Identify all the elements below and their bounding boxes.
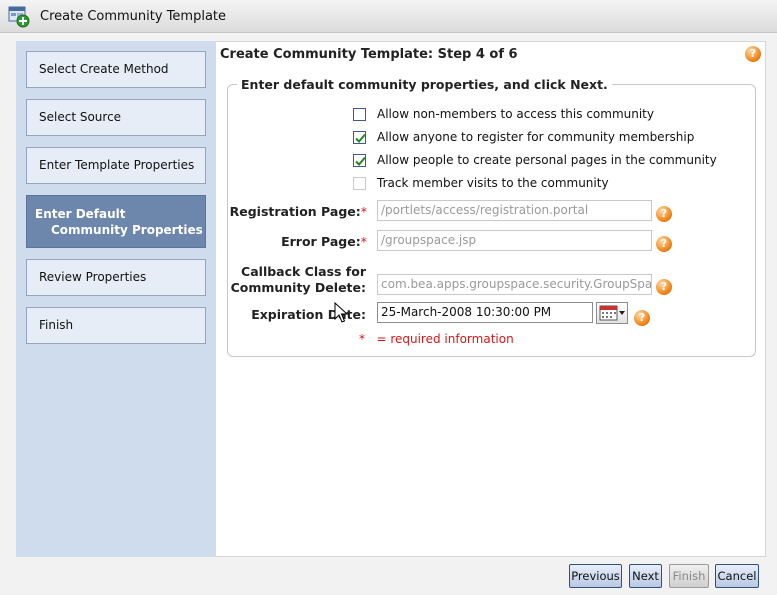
- previous-button[interactable]: Previous: [569, 564, 622, 588]
- anyone-register-checkbox[interactable]: [353, 131, 366, 144]
- help-icon[interactable]: ?: [656, 206, 672, 222]
- finish-button[interactable]: Finish: [669, 564, 709, 588]
- next-button[interactable]: Next: [629, 564, 662, 588]
- error-page-label: Error Page:*: [281, 234, 367, 249]
- personal-pages-checkbox[interactable]: [353, 154, 366, 167]
- community-template-icon: [8, 6, 30, 28]
- checkbox-label: Allow people to create personal pages in…: [377, 153, 717, 167]
- error-page-field[interactable]: /groupspace.jsp: [377, 230, 652, 251]
- step-finish[interactable]: Finish: [26, 307, 206, 344]
- non-members-access-checkbox[interactable]: [353, 108, 366, 121]
- expiration-date-label: Expiration Date:: [251, 307, 366, 322]
- label-line2: Community Delete:: [230, 280, 366, 295]
- title-bar: Create Community Template: [0, 0, 777, 33]
- step-label-line1: Enter Default: [35, 207, 126, 221]
- page-title: Create Community Template: Step 4 of 6: [220, 47, 518, 62]
- checkbox-label: Track member visits to the community: [377, 176, 609, 190]
- expiration-date-field[interactable]: 25-March-2008 10:30:00 PM: [377, 302, 593, 323]
- wizard-steps-sidebar: Select Create Method Select Source Enter…: [16, 41, 216, 557]
- step-enter-default-community-properties[interactable]: Enter Default Community Properties: [26, 195, 206, 248]
- step-select-create-method[interactable]: Select Create Method: [26, 51, 206, 88]
- step-label-line2: Community Properties: [51, 223, 203, 237]
- required-note-text: = required information: [376, 332, 514, 346]
- checkbox-label: Allow anyone to register for community m…: [377, 130, 695, 144]
- cancel-button[interactable]: Cancel: [715, 564, 759, 588]
- step-review-properties[interactable]: Review Properties: [26, 259, 206, 296]
- label-line1: Callback Class for: [241, 264, 366, 279]
- track-visits-checkbox[interactable]: [353, 177, 366, 190]
- required-mark: *: [359, 332, 365, 346]
- step-label: Select Source: [39, 110, 122, 124]
- required-mark: *: [360, 234, 367, 249]
- label-text: Registration Page:: [229, 204, 361, 219]
- callback-class-field[interactable]: com.bea.apps.groupspace.security.GroupSp…: [377, 274, 652, 295]
- help-icon[interactable]: ?: [656, 236, 672, 252]
- registration-page-field[interactable]: /portlets/access/registration.portal: [377, 200, 652, 221]
- registration-page-label: Registration Page:*: [230, 204, 367, 219]
- label-text: Error Page:: [281, 234, 361, 249]
- required-mark: *: [360, 204, 367, 219]
- step-label: Select Create Method: [39, 62, 169, 76]
- checkmark-icon: [355, 156, 366, 166]
- calendar-icon: [599, 305, 625, 321]
- help-icon[interactable]: ?: [745, 46, 761, 62]
- checkmark-icon: [355, 133, 366, 143]
- step-label: Review Properties: [39, 270, 147, 284]
- help-icon[interactable]: ?: [634, 310, 650, 326]
- mouse-pointer-icon: [334, 301, 349, 327]
- step-label: Enter Template Properties: [39, 158, 195, 172]
- step-label: Finish: [39, 318, 74, 332]
- section-legend: Enter default community properties, and …: [241, 77, 608, 92]
- calendar-button[interactable]: [596, 302, 628, 324]
- step-select-source[interactable]: Select Source: [26, 99, 206, 136]
- callback-class-label: Callback Class for Community Delete:: [231, 264, 366, 296]
- required-information-note: * = required information: [359, 332, 514, 346]
- checkbox-label: Allow non-members to access this communi…: [377, 107, 654, 121]
- step-enter-template-properties[interactable]: Enter Template Properties: [26, 147, 206, 184]
- help-icon[interactable]: ?: [656, 279, 672, 295]
- window-title: Create Community Template: [40, 9, 227, 24]
